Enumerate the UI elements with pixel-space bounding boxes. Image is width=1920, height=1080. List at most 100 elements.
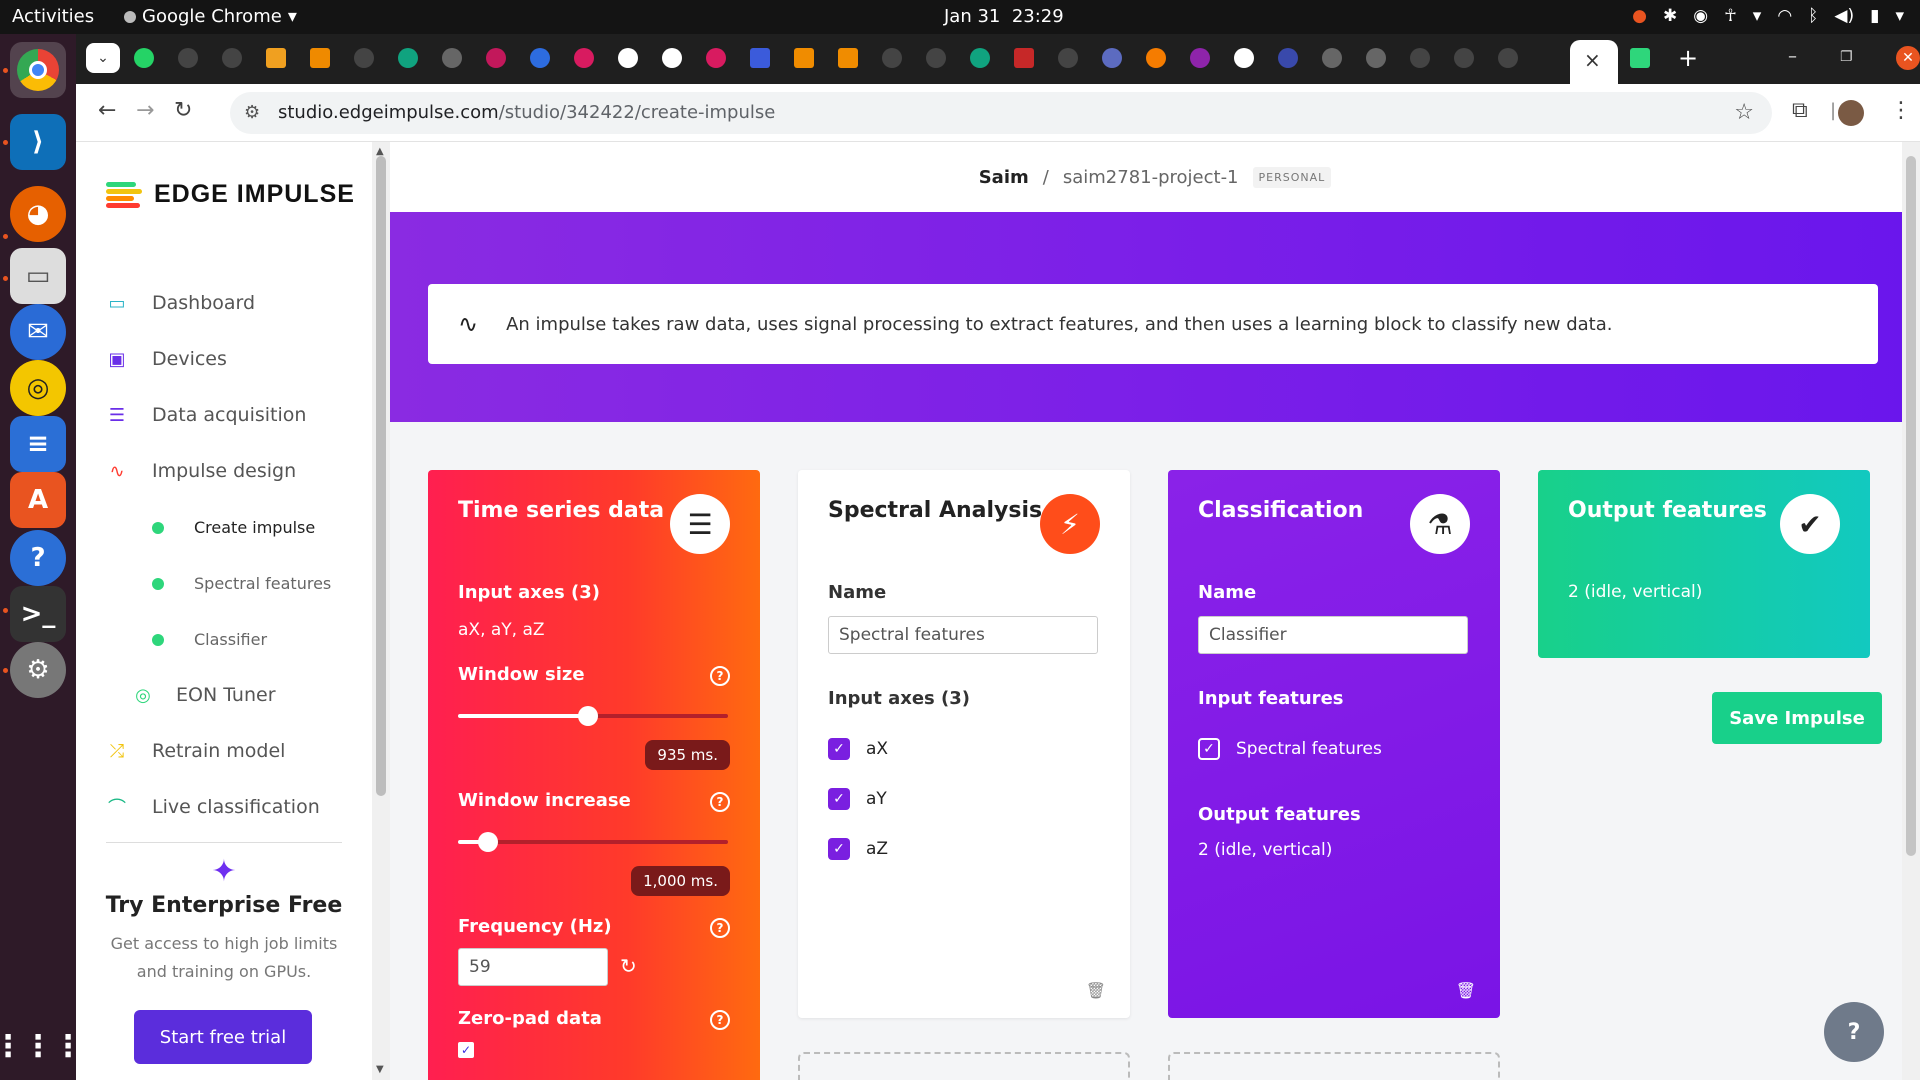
restore-icon[interactable]: ❐	[1840, 49, 1853, 65]
tab-icon[interactable]	[706, 48, 726, 68]
window-close-icon[interactable]: ✕	[1896, 46, 1920, 70]
volume-icon[interactable]: ◀)	[1834, 6, 1854, 26]
tab-search-button[interactable]: ⌄	[86, 43, 120, 73]
window-increase-slider[interactable]	[458, 832, 728, 852]
tab-icon[interactable]	[1366, 48, 1386, 68]
tab-icon[interactable]	[750, 48, 770, 68]
trash-icon[interactable]: 🗑	[1456, 981, 1476, 1000]
tab-icon[interactable]	[442, 48, 462, 68]
sidebar-item-retrain-model[interactable]: ⤮ Retrain model	[106, 740, 286, 762]
chatgpt-tab-icon[interactable]	[398, 48, 418, 68]
add-learning-block-placeholder[interactable]	[1168, 1052, 1500, 1080]
tab-icon[interactable]	[1146, 48, 1166, 68]
axis-checkbox-ax[interactable]: ✓ aX	[828, 738, 888, 760]
help-chat-button[interactable]: ?	[1824, 1002, 1884, 1062]
slider-handle[interactable]	[577, 706, 598, 726]
url-text[interactable]: studio.edgeimpulse.com/studio/342422/cre…	[278, 102, 775, 123]
bluetooth-icon[interactable]: ᛒ	[1808, 6, 1818, 26]
tab-icon[interactable]	[794, 48, 814, 68]
terminal-launcher-icon[interactable]: >_	[10, 586, 66, 642]
firefox-launcher-icon[interactable]: ◕	[10, 186, 66, 242]
back-arrow-icon[interactable]: ←	[98, 98, 116, 123]
minimize-icon[interactable]: –	[1788, 46, 1797, 67]
scroll-up-icon[interactable]: ▲	[376, 146, 384, 157]
zero-pad-checkbox[interactable]: ✓	[458, 1042, 474, 1058]
sidebar-scrollbar-thumb[interactable]	[376, 156, 386, 796]
sidebar-item-live-classification[interactable]: ⌒ Live classification	[106, 796, 320, 819]
chevron-down-icon[interactable]: ▾	[1895, 6, 1904, 26]
help-circle-icon[interactable]: ?	[710, 918, 730, 938]
battery-icon[interactable]: ▮	[1870, 6, 1879, 26]
tab-icon[interactable]	[1278, 48, 1298, 68]
github-tab-icon[interactable]	[178, 48, 198, 68]
help-circle-icon[interactable]: ?	[710, 666, 730, 686]
trash-icon[interactable]: 🗑	[1086, 981, 1106, 1000]
writer-launcher-icon[interactable]: ≡	[10, 416, 66, 472]
tab-icon[interactable]	[838, 48, 858, 68]
google-tab-icon[interactable]	[1234, 48, 1254, 68]
new-tab-button[interactable]: +	[1678, 44, 1698, 72]
site-settings-icon[interactable]: ⚙	[244, 102, 260, 123]
settings-launcher-icon[interactable]: ⚙	[10, 642, 66, 698]
tab-icon[interactable]	[1014, 48, 1034, 68]
rhythmbox-launcher-icon[interactable]: ◎	[10, 360, 66, 416]
software-launcher-icon[interactable]: A	[10, 472, 66, 528]
classifier-name-input[interactable]: Classifier	[1198, 616, 1468, 654]
tab-icon[interactable]	[1190, 48, 1210, 68]
menu-kebab-icon[interactable]: ⋮	[1890, 98, 1912, 123]
chrome-tray-icon[interactable]: ◉	[1693, 6, 1708, 26]
close-tab-icon[interactable]: ×	[1584, 48, 1601, 72]
page-scrollbar-thumb[interactable]	[1906, 156, 1916, 856]
save-impulse-button[interactable]: Save Impulse	[1712, 692, 1882, 744]
axis-checkbox-az[interactable]: ✓ aZ	[828, 838, 888, 860]
wifi-icon[interactable]: ◠	[1777, 6, 1792, 26]
input-feature-checkbox[interactable]: ✓ Spectral features	[1198, 738, 1382, 760]
github-tab-icon[interactable]	[926, 48, 946, 68]
help-launcher-icon[interactable]: ?	[10, 530, 66, 586]
reload-icon[interactable]: ↻	[174, 98, 192, 123]
tab-icon[interactable]	[530, 48, 550, 68]
help-circle-icon[interactable]: ?	[710, 1010, 730, 1030]
clock[interactable]: Jan 31 23:29	[944, 6, 1064, 27]
sidebar-subitem-classifier[interactable]: Classifier	[152, 630, 267, 649]
extensions-icon[interactable]: ⧉	[1792, 98, 1808, 123]
chatgpt-tab-icon[interactable]	[970, 48, 990, 68]
files-launcher-icon[interactable]: ▭	[10, 248, 66, 304]
sidebar-subitem-spectral-features[interactable]: Spectral features	[152, 574, 331, 593]
system-tray[interactable]: ● ✱ ◉ ☥ ▾ ◠ ᛒ ◀) ▮ ▾	[1632, 6, 1904, 26]
sidebar-item-data-acquisition[interactable]: ☰ Data acquisition	[106, 404, 307, 426]
spectral-name-input[interactable]: Spectral features	[828, 616, 1098, 654]
start-free-trial-button[interactable]: Start free trial	[134, 1010, 312, 1064]
tab-icon[interactable]	[1102, 48, 1122, 68]
tab-icon[interactable]	[1322, 48, 1342, 68]
google-tab-icon[interactable]	[662, 48, 682, 68]
whatsapp-tab-icon[interactable]	[134, 48, 154, 68]
chrome-launcher-icon[interactable]	[10, 42, 66, 98]
edge-impulse-tab-icon[interactable]	[266, 48, 286, 68]
axis-checkbox-ay[interactable]: ✓ aY	[828, 788, 887, 810]
github-tab-icon[interactable]	[222, 48, 242, 68]
google-tab-icon[interactable]	[618, 48, 638, 68]
github-tab-icon[interactable]	[1410, 48, 1430, 68]
activities-button[interactable]: Activities	[12, 6, 94, 27]
forward-arrow-icon[interactable]: →	[136, 98, 154, 123]
help-circle-icon[interactable]: ?	[710, 792, 730, 812]
refresh-icon[interactable]: ↻	[620, 954, 637, 978]
github-tab-icon[interactable]	[1454, 48, 1474, 68]
sidebar-subitem-create-impulse[interactable]: Create impulse	[152, 518, 315, 537]
tab-icon[interactable]	[1630, 48, 1650, 68]
address-bar[interactable]: ⚙ studio.edgeimpulse.com/studio/342422/c…	[230, 92, 1772, 134]
accessibility-icon[interactable]: ☥	[1724, 6, 1737, 26]
github-tab-icon[interactable]	[1058, 48, 1078, 68]
github-tab-icon[interactable]	[1498, 48, 1518, 68]
show-apps-icon[interactable]: ⋮⋮⋮	[0, 1018, 83, 1074]
sidebar-item-impulse-design[interactable]: ∿ Impulse design	[106, 460, 296, 482]
tab-icon[interactable]	[574, 48, 594, 68]
slider-handle[interactable]	[477, 832, 498, 852]
slack-icon[interactable]: ✱	[1663, 6, 1677, 26]
add-processing-block-placeholder[interactable]	[798, 1052, 1130, 1080]
notification-icon[interactable]: ●	[1632, 6, 1647, 26]
tab-icon[interactable]	[310, 48, 330, 68]
breadcrumb-project[interactable]: saim2781-project-1	[1063, 167, 1239, 188]
sidebar-item-devices[interactable]: ▣ Devices	[106, 348, 226, 370]
